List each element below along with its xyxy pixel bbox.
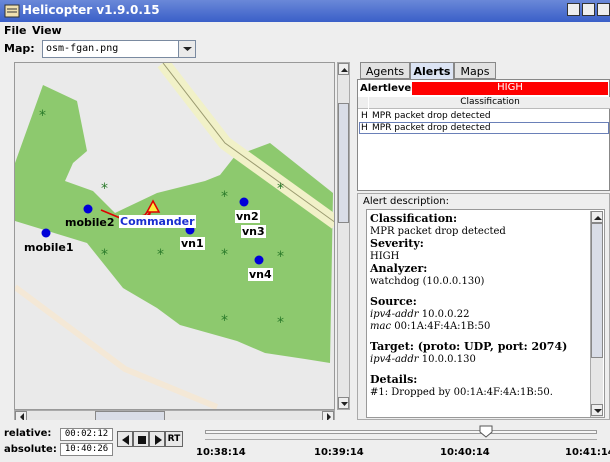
timeline-tick: 10:39:14 [314,447,364,458]
tree-icon: * [101,181,108,197]
tab-alerts[interactable]: Alerts [410,62,454,79]
chevron-down-icon[interactable] [178,41,195,57]
tree-icon: * [157,247,164,263]
tree-icon: * [221,313,228,329]
menu-file[interactable]: File [4,24,27,37]
close-button[interactable] [597,3,610,16]
app-icon [4,4,20,18]
tree-icon: * [221,247,228,263]
scroll-up-button[interactable] [591,211,603,223]
window-title: Helicopter v1.9.0.15 [22,3,160,17]
tree-icon: * [101,247,108,263]
scroll-down-button[interactable] [591,404,603,416]
alert-row-selected[interactable]: H MPR packet drop detected [359,122,609,134]
timeline-axis [205,439,597,440]
source-ipv4-key: ipv4-addr [370,309,419,320]
alert-row-prefix: H [361,111,368,121]
severity-label: Severity: [370,237,424,250]
node-label-vn3: vn3 [241,225,266,238]
alertlevel-value: HIGH [412,82,608,95]
details-value: #1: Dropped by 00:1A:4F:4A:1B:50. [370,387,553,398]
tree-icon: * [277,315,284,331]
vertical-scroll-thumb[interactable] [338,103,349,223]
source-ipv4-value: 10.0.0.22 [421,309,470,320]
source-mac-value: 00:1A:4F:4A:1B:50 [394,321,491,332]
alert-description-panel: Alert description: Classification: MPR p… [357,193,610,420]
map-select[interactable]: osm-fgan.png [42,40,196,58]
node-label-vn2: vn2 [235,210,260,223]
map-canvas[interactable]: * * * * * * * * * * [15,63,335,410]
map-select-value: osm-fgan.png [46,43,119,54]
absolute-label: absolute: [4,444,57,455]
alert-row-text: MPR packet drop detected [372,123,491,133]
node-vn4[interactable] [254,255,264,265]
alert-row-text: MPR packet drop detected [372,111,491,121]
tab-agents[interactable]: Agents [360,62,410,79]
target-ipv4-value: 10.0.0.130 [421,354,476,365]
alerts-panel: Alertlevel: HIGH Classification H MPR pa… [357,79,610,191]
play-icon [155,435,162,445]
column-header-classification[interactable]: Classification [369,97,610,109]
map-view[interactable]: * * * * * * * * * * mobile1 mobile2 Comm… [14,62,335,410]
timeline-tick: 10:40:14 [440,447,490,458]
node-label-vn1: vn1 [180,237,205,250]
alert-row[interactable]: H MPR packet drop detected [359,110,609,122]
stop-button[interactable] [133,431,149,447]
node-label-commander: Commander [119,215,196,228]
scroll-up-button[interactable] [338,63,349,75]
target-ipv4-key: ipv4-addr [370,354,419,365]
absolute-time-field[interactable]: 10:40:26 [60,443,113,456]
minimize-button[interactable] [567,3,580,16]
alert-description-title: Alert description: [363,196,449,207]
timeline-bar: relative: 00:02:12 absolute: 10:40:26 RT… [0,420,610,462]
timeline-slider-track[interactable] [205,430,597,434]
description-scrollbar[interactable] [590,211,603,417]
menu-view[interactable]: View [32,24,62,37]
tab-maps[interactable]: Maps [454,62,496,79]
relative-label: relative: [4,428,52,439]
node-mobile1[interactable] [41,228,51,238]
rewind-icon [122,435,129,445]
maximize-button[interactable] [582,3,595,16]
rewind-button[interactable] [117,431,133,447]
relative-time-field[interactable]: 00:02:12 [60,428,113,441]
tree-icon: * [221,189,228,205]
alert-description-box[interactable]: Classification: MPR packet drop detected… [366,209,605,418]
node-label-mobile1: mobile1 [24,241,74,254]
description-scroll-thumb[interactable] [591,223,603,358]
scroll-down-button[interactable] [338,397,349,409]
play-button[interactable] [149,431,165,447]
target-label: Target: (proto: UDP, port: 2074) [370,340,568,353]
right-panel: Agents Alerts Maps Alertlevel: HIGH Clas… [357,62,610,420]
node-label-mobile2: mobile2 [65,216,115,229]
analyzer-value: watchdog (10.0.0.130) [370,276,485,287]
title-bar: Helicopter v1.9.0.15 [0,0,610,22]
alertlevel-label: Alertlevel: [360,83,419,94]
tree-icon: * [39,108,46,124]
timeline-tick: 10:38:14 [196,447,246,458]
timeline-slider-handle[interactable] [479,425,493,439]
classification-label: Classification: [370,212,458,225]
column-header-prefix [358,97,368,109]
node-label-vn4: vn4 [248,268,273,281]
menu-bar: File View [0,22,610,39]
node-mobile2[interactable] [83,204,93,214]
alert-row-prefix: H [361,123,368,133]
source-mac-key: mac [370,321,392,332]
realtime-button[interactable]: RT [165,431,183,447]
timeline-tick: 10:41:14 [565,447,610,458]
map-label: Map: [4,42,35,55]
map-vertical-scrollbar[interactable] [337,62,350,410]
tree-icon: * [277,249,284,265]
node-vn2[interactable] [239,197,249,207]
details-label: Details: [370,373,418,386]
tree-icon: * [277,181,284,197]
source-label: Source: [370,295,417,308]
stop-icon [138,436,146,444]
analyzer-label: Analyzer: [370,262,428,275]
